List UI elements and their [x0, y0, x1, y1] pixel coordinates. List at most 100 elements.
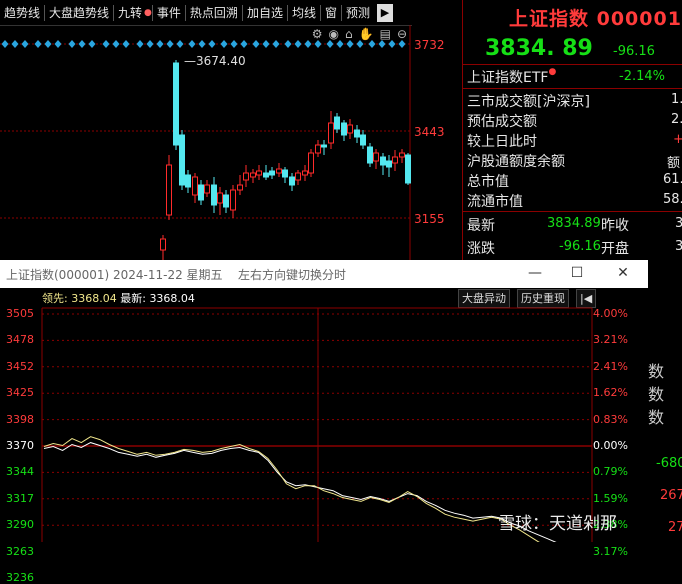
signal-marker	[346, 40, 354, 48]
signal-marker	[112, 40, 120, 48]
candle-body	[399, 152, 405, 158]
signal-marker	[314, 40, 322, 48]
y-tick-label: 3370	[6, 439, 34, 452]
signal-marker	[188, 40, 196, 48]
signal-marker	[284, 40, 292, 48]
y-pct-label: 1.59%	[593, 491, 628, 505]
signal-marker	[252, 40, 260, 48]
side-text: 数	[648, 362, 665, 381]
divider	[463, 211, 682, 212]
index-title: 上证指数 000001	[509, 8, 682, 30]
signal-marker	[1, 40, 9, 48]
candle-body	[354, 129, 360, 138]
candle-body	[302, 170, 308, 176]
y-tick-label: 3290	[6, 518, 34, 532]
quote-row-label: 较上日此时	[467, 134, 537, 150]
candle-body	[308, 152, 314, 174]
divider	[463, 88, 682, 89]
toolbar-market-trend-line[interactable]: 大盘趋势线	[45, 2, 113, 24]
candle-body	[185, 174, 191, 188]
y-pct-label: 3.17%	[593, 544, 628, 558]
signal-marker	[304, 40, 312, 48]
candle-body	[405, 154, 411, 184]
y-pct-label: 1.62%	[593, 386, 628, 400]
candle-body	[237, 184, 243, 191]
quote-row-label: 沪股通额度余额	[467, 154, 565, 170]
signal-marker	[156, 40, 164, 48]
etf-link[interactable]: 上证指数ETF●	[467, 67, 556, 87]
candle-body	[230, 189, 236, 211]
watermark: 雪球：天道剁那	[498, 514, 617, 534]
signal-marker	[336, 40, 344, 48]
signal-marker	[326, 40, 334, 48]
candle-body	[173, 62, 179, 146]
signal-marker	[21, 40, 29, 48]
candle-body	[198, 184, 204, 201]
y-tick-label: 3425	[6, 386, 34, 400]
etf-change: -2.14%	[619, 69, 665, 84]
open-value: 3	[675, 239, 682, 254]
candle-body	[315, 144, 321, 154]
signal-marker	[44, 40, 52, 48]
y-tick-label: 3236	[6, 571, 34, 584]
kline-high-annotation: —3674.40	[184, 54, 246, 68]
signal-marker	[176, 40, 184, 48]
y-tick-label: 3317	[6, 491, 34, 505]
y-tick-label: 3398	[6, 412, 34, 426]
y-tick-label: 3478	[6, 333, 34, 347]
signal-marker	[378, 40, 386, 48]
signal-marker	[262, 40, 270, 48]
quote-row-value: 1.	[671, 92, 682, 107]
signal-marker	[198, 40, 206, 48]
toolbar-moving-average[interactable]: 均线	[288, 2, 320, 24]
prev-close-label: 昨收	[601, 218, 629, 234]
signal-marker	[122, 40, 130, 48]
candle-body	[250, 172, 256, 178]
quote-row-label: 流通市值	[467, 194, 523, 210]
toolbar-nine-turn[interactable]: 九转	[114, 2, 146, 24]
candle-body	[282, 169, 288, 178]
candle-body	[289, 176, 295, 186]
leader-line	[43, 436, 540, 542]
toolbar-hotspot-review[interactable]: 热点回溯	[186, 2, 242, 24]
toolbar-add-watchlist[interactable]: 加自选	[243, 2, 287, 24]
index-price: 3834. 89	[485, 36, 593, 61]
toolbar-window[interactable]: 窗	[321, 2, 341, 24]
signal-marker	[166, 40, 174, 48]
candle-body	[256, 170, 262, 176]
side-text: 数	[648, 408, 665, 427]
divider	[463, 64, 682, 65]
signal-marker	[68, 40, 76, 48]
intraday-popup-window: 上证指数(000001) 2024-11-22 星期五 左右方向键切换分时 — …	[0, 260, 648, 584]
y-tick-label: 3452	[6, 359, 34, 373]
candle-body	[360, 134, 366, 146]
signal-marker	[136, 40, 144, 48]
y-pct-label: 0.00%	[593, 439, 628, 452]
toolbar-forecast[interactable]: 预测	[342, 2, 374, 24]
prev-close-value: 3	[675, 216, 682, 231]
candle-body	[321, 144, 327, 148]
candle-body	[166, 164, 172, 216]
candle-body	[217, 192, 223, 204]
signal-marker	[102, 40, 110, 48]
signal-marker	[230, 40, 238, 48]
toolbar-events[interactable]: 事件	[153, 2, 185, 24]
signal-marker	[388, 40, 396, 48]
signal-marker	[208, 40, 216, 48]
y-pct-label: 4.00%	[593, 307, 628, 320]
signal-marker	[34, 40, 42, 48]
signal-marker	[146, 40, 154, 48]
signal-marker	[240, 40, 248, 48]
candle-body	[367, 146, 373, 164]
collapse-panel-icon[interactable]: ▶	[377, 3, 393, 22]
red-dot-icon: ●	[144, 7, 152, 18]
latest-label: 最新	[467, 218, 495, 234]
quote-row-value: 61.	[663, 172, 682, 187]
toolbar-trend-line[interactable]: 趋势线	[0, 2, 44, 24]
candle-body	[341, 122, 347, 136]
quote-row-value: 58.	[663, 192, 682, 207]
candle-body	[211, 184, 217, 206]
candle-body	[160, 238, 166, 251]
candle-body	[276, 168, 282, 174]
signal-marker	[11, 40, 19, 48]
